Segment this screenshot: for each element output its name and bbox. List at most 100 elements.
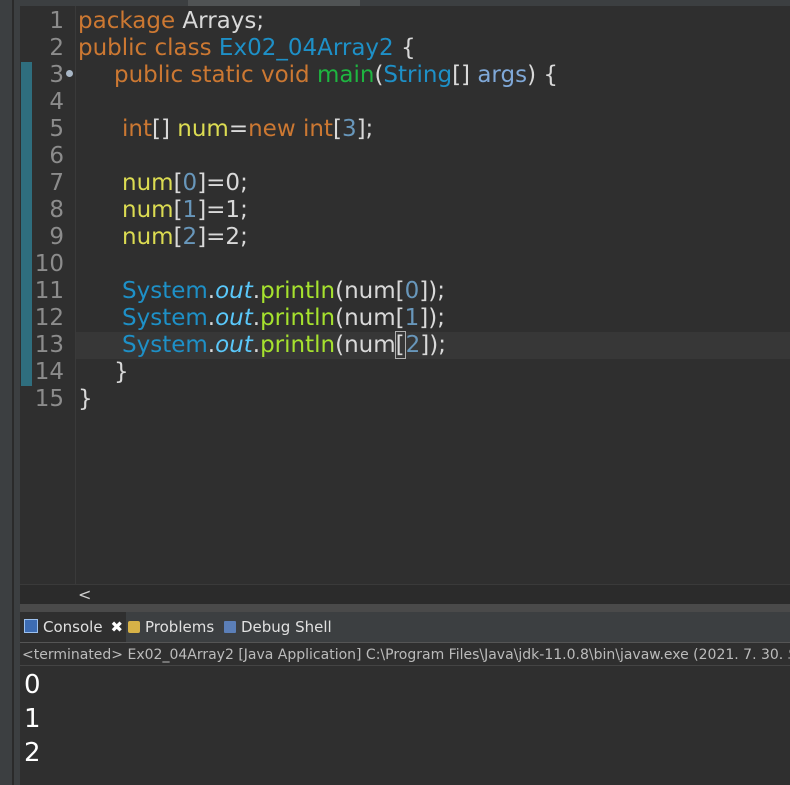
index-literal: 1 [404,305,420,331]
console-icon [24,619,38,633]
debug-shell-icon [224,621,236,633]
method-call: println [260,278,336,304]
line-number: 11 [34,278,64,304]
matched-bracket: [ [394,331,406,359]
bracket: [ [173,197,183,223]
tab-console[interactable]: Console ✖ [20,612,126,643]
close-icon[interactable]: ✖ [111,618,124,636]
left-dock-strip [0,0,20,785]
keyword: package [78,8,176,34]
index-literal: 1 [182,197,198,223]
keyword: int [122,116,152,142]
scroll-left-icon[interactable]: < [78,585,91,605]
dot: . [207,278,216,304]
ruler-separator [75,6,76,584]
tab-label: Debug Shell [241,618,332,636]
line-number: 14 [34,359,64,385]
class-name: Ex02_04Array2 [218,35,394,61]
line-number: 13 [34,332,64,358]
bracket: [ [395,278,405,304]
console-output-line: 2 [24,738,41,768]
line-number: 15 [34,386,64,412]
tab-problems[interactable]: Problems [128,612,214,643]
method-call: println [260,305,336,331]
horizontal-scrollbar[interactable]: < [20,584,790,605]
keyword: class [147,35,219,61]
code-line-8: num[1]=1; [122,197,248,224]
array-suffix: [] [452,62,478,88]
class-ref: System [122,332,208,358]
bracket: [ [332,116,342,142]
variable: num [122,197,174,223]
line-number: 10 [34,251,64,277]
number-literal: 3 [341,116,357,142]
method-name: main [316,62,375,88]
bracket: ]; [356,116,374,142]
paren: ( [335,305,345,331]
keyword: new [248,116,296,142]
type-name: String [383,62,453,88]
line-number: 6 [49,143,64,169]
assignment: ]=1; [197,197,248,223]
method-close-brace: } [114,359,129,385]
code-line-11: System.out.println(num[0]); [122,278,445,305]
line-number: 8 [49,197,64,223]
variable: num [122,170,174,196]
dot: . [252,305,261,331]
panel-tab-bar: Console ✖ Problems Debug Shell [20,612,790,643]
assignment: ]=2; [197,224,248,250]
arg-variable: num [344,278,396,304]
dot: . [252,332,261,358]
code-line-13: System.out.println(num[2]); [122,331,446,359]
code-line-15: } [78,386,93,413]
dot: . [252,278,261,304]
array-brackets: [] [152,116,178,142]
line-number: 3 [49,62,64,88]
panel-splitter[interactable] [20,604,790,612]
keyword: int [295,116,333,142]
class-ref: System [122,305,208,331]
class-ref: System [122,278,208,304]
arg-variable: num [344,332,396,358]
keyword: public [78,35,148,61]
arg-variable: num [344,305,396,331]
index-literal: 0 [404,278,420,304]
code-line-14: } [114,359,129,386]
bracket: [ [173,170,183,196]
fold-collapse-icon[interactable] [66,70,73,77]
status-separator [20,665,790,666]
paren: ( [335,278,345,304]
dock-edge [12,0,14,785]
launch-status: <terminated> Ex02_04Array2 [Java Applica… [22,647,790,663]
index-literal: 0 [182,170,198,196]
code-editor[interactable]: 1 2 3 4 5 6 7 8 9 10 11 12 13 14 15 pack… [20,6,790,584]
code-line-7: num[0]=0; [122,170,248,197]
paren: ( [335,332,345,358]
index-literal: 2 [182,224,198,250]
dot: . [207,305,216,331]
tab-label: Console [43,618,103,636]
line-number: 12 [34,305,64,331]
code-line-3: public static void main(String[] args) { [114,62,558,89]
code-line-2: public class Ex02_04Array2 { [78,35,416,62]
tab-underline [20,642,790,643]
close: ]); [419,278,445,304]
bracket: [ [395,305,405,331]
line-number: 2 [49,35,64,61]
brace: { [393,35,416,61]
code-line-5: int[] num=new int[3]; [122,116,373,143]
variable: num [122,224,174,250]
variable: num [177,116,229,142]
console-panel: Console ✖ Problems Debug Shell <terminate… [20,612,790,785]
package-name: Arrays; [175,8,265,34]
close: ]); [419,305,445,331]
code-line-1: package Arrays; [78,8,264,35]
tab-debug-shell[interactable]: Debug Shell [224,612,332,643]
class-close-brace: } [78,386,93,412]
static-field: out [215,332,253,358]
operator: = [228,116,249,142]
bracket: [ [173,224,183,250]
line-number: 4 [49,89,64,115]
close: ]); [420,332,446,358]
console-output-line: 1 [24,704,41,734]
